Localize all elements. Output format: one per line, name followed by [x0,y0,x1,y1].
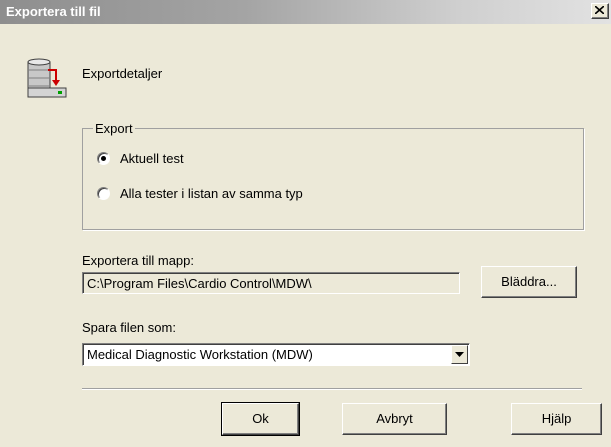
export-groupbox: Export Aktuell test Alla tester i listan… [82,121,584,230]
close-icon [595,6,604,14]
title-bar[interactable]: Exportera till fil [0,0,611,24]
folder-path-field: C:\Program Files\Cardio Control\MDW\ [82,272,460,294]
export-dialog: Exportera till fil Exportdetaljer Export… [0,0,611,447]
save-as-label: Spara filen som: [82,320,176,335]
radio-all-tests-label[interactable]: Alla tester i listan av samma typ [120,186,303,201]
folder-label: Exportera till mapp: [82,253,194,268]
radio-current-test[interactable]: Aktuell test [97,151,184,166]
help-button[interactable]: Hjälp [511,403,602,435]
ok-button[interactable]: Ok [221,402,300,436]
close-button[interactable] [591,3,609,19]
radio-current-test-label[interactable]: Aktuell test [120,151,184,166]
separator-line [82,388,582,390]
radio-all-tests[interactable]: Alla tester i listan av samma typ [97,186,303,201]
window-title: Exportera till fil [6,4,101,19]
file-type-selected-value: Medical Diagnostic Workstation (MDW) [87,347,313,362]
dropdown-button[interactable] [451,345,468,364]
export-database-icon [27,58,67,98]
cancel-button[interactable]: Avbryt [342,403,447,435]
radio-all-tests-control[interactable] [97,187,110,200]
browse-button[interactable]: Bläddra... [481,266,577,298]
chevron-down-icon [455,352,464,357]
header-title: Exportdetaljer [82,66,163,81]
export-group-legend: Export [93,121,135,136]
radio-current-test-control[interactable] [97,152,110,165]
file-type-select[interactable]: Medical Diagnostic Workstation (MDW) [82,343,470,366]
